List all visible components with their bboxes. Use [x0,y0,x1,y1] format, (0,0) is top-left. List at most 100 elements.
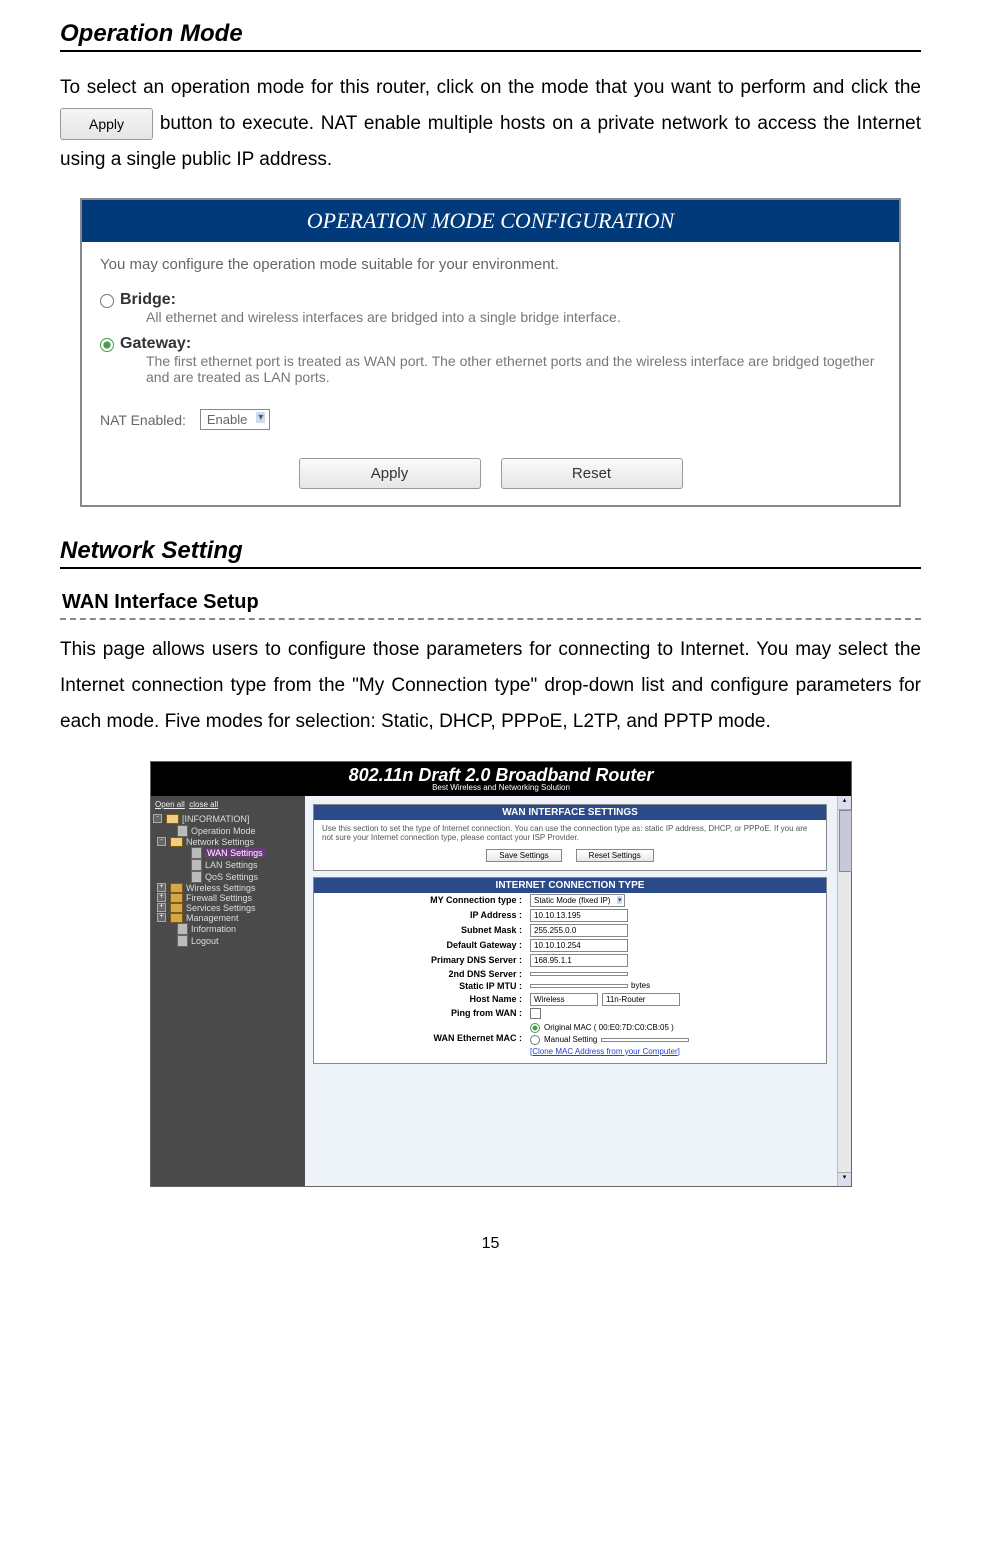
nav-close-all[interactable]: close all [189,800,218,809]
nav-services-settings[interactable]: + Services Settings [153,903,305,913]
mac-original-row: Original MAC ( 00:E0:7D:C0:CB:05 ) [530,1023,689,1033]
gw-row: Default Gateway : 10.10.10.254 [314,938,826,953]
bridge-desc: All ethernet and wireless interfaces are… [82,309,899,333]
host-input-1[interactable]: Wireless [530,993,598,1006]
nav-wireless-settings[interactable]: + Wireless Settings [153,883,305,893]
router-subtitle: Best Wireless and Networking Solution [151,784,851,796]
nat-label: NAT Enabled: [100,412,186,428]
nav-qos-settings[interactable]: QoS Settings [153,871,305,883]
op-text-1: To select an operation mode for this rou… [60,77,921,98]
expand-icon: + [157,883,166,892]
wan-panel-head: WAN INTERFACE SETTINGS [314,805,826,820]
mac-original-radio[interactable] [530,1023,540,1033]
nav-mgmt-label: Management [186,913,239,923]
nav-network-settings[interactable]: - Network Settings [153,837,305,847]
apply-inline-button[interactable]: Apply [60,108,153,141]
page-icon [177,935,188,947]
mac-manual-radio[interactable] [530,1035,540,1045]
dns1-label: Primary DNS Server : [322,955,530,965]
config-header: OPERATION MODE CONFIGURATION [82,200,899,242]
ict-panel: INTERNET CONNECTION TYPE MY Connection t… [313,877,827,1064]
ict-panel-head: INTERNET CONNECTION TYPE [314,878,826,893]
nav-open-all[interactable]: Open all [155,800,185,809]
network-setting-title: Network Setting [60,537,921,569]
nav-wireless-label: Wireless Settings [186,883,256,893]
nav-information-root[interactable]: - [INFORMATION] [153,813,305,825]
folder-icon [170,903,183,913]
host-input-2[interactable]: 11n-Router [602,993,680,1006]
nav-lan-label: LAN Settings [205,860,258,870]
conn-type-select[interactable]: Static Mode (fixed IP) [530,894,625,907]
collapse-icon: - [157,837,166,846]
ping-label: Ping from WAN : [322,1008,530,1018]
scrollbar[interactable]: ▴ ▾ [837,796,851,1186]
op-text-2: button to execute. NAT enable multiple h… [60,113,921,170]
nav-lan-settings[interactable]: LAN Settings [153,859,305,871]
nav-wan-settings[interactable]: WAN Settings [153,847,305,859]
apply-button[interactable]: Apply [299,458,481,489]
mac-manual-input[interactable] [601,1038,689,1042]
mask-input[interactable]: 255.255.0.0 [530,924,628,937]
router-brand: 802.11n Draft 2.0 Broadband Router [151,766,851,784]
folder-icon [170,893,183,903]
ip-row: IP Address : 10.10.13.195 [314,908,826,923]
reset-button[interactable]: Reset [501,458,683,489]
scroll-up-icon[interactable]: ▴ [838,796,851,810]
page-icon [177,923,188,935]
folder-icon [166,814,179,824]
mtu-input[interactable] [530,984,628,988]
nav-information-item[interactable]: Information [153,923,305,935]
config-button-row: Apply Reset [82,452,899,505]
config-desc: You may configure the operation mode sui… [82,242,899,289]
save-settings-button[interactable]: Save Settings [486,849,561,862]
nav-information-label: [INFORMATION] [182,814,249,824]
router-body: Open all close all - [INFORMATION] Opera… [151,796,851,1186]
operation-mode-paragraph: To select an operation mode for this rou… [60,70,921,178]
nat-dropdown[interactable]: Enable [200,409,270,430]
nav-operation-mode[interactable]: Operation Mode [153,825,305,837]
gw-input[interactable]: 10.10.10.254 [530,939,628,952]
ip-label: IP Address : [322,910,530,920]
mac-clone-link[interactable]: [Clone MAC Address from your Computer] [530,1047,680,1056]
wan-panel-buttons: Save Settings Reset Settings [314,846,826,864]
dns2-label: 2nd DNS Server : [322,969,530,979]
host-label: Host Name : [322,994,530,1004]
dns1-row: Primary DNS Server : 168.95.1.1 [314,953,826,968]
expand-icon: + [157,913,166,922]
gateway-radio[interactable] [100,338,114,352]
mtu-row: Static IP MTU : bytes [314,980,826,992]
dns2-input[interactable] [530,972,628,976]
nav-qos-label: QoS Settings [205,872,258,882]
collapse-icon: - [153,814,162,823]
nav-logout-label: Logout [191,936,219,946]
mac-block: Original MAC ( 00:E0:7D:C0:CB:05 ) Manua… [530,1021,689,1056]
scroll-down-icon[interactable]: ▾ [838,1172,851,1186]
ping-checkbox[interactable] [530,1008,541,1019]
nav-logout[interactable]: Logout [153,935,305,947]
wan-panel-desc: Use this section to set the type of Inte… [314,820,826,846]
folder-icon [170,883,183,893]
router-brand-header: 802.11n Draft 2.0 Broadband Router Best … [151,762,851,796]
mac-row: WAN Ethernet MAC : Original MAC ( 00:E0:… [314,1020,826,1057]
dns1-input[interactable]: 168.95.1.1 [530,954,628,967]
gateway-desc: The first ethernet port is treated as WA… [82,353,899,393]
wan-interface-setup-title: WAN Interface Setup [60,587,921,620]
conn-type-row: MY Connection type : Static Mode (fixed … [314,893,826,908]
bridge-radio[interactable] [100,294,114,308]
nav-op-label: Operation Mode [191,826,256,836]
mtu-unit: bytes [628,981,650,990]
bridge-label: Bridge: [120,291,176,309]
nav-management[interactable]: + Management [153,913,305,923]
mac-manual-row: Manual Setting [530,1035,689,1045]
mac-clone-row: [Clone MAC Address from your Computer] [530,1047,689,1056]
conn-type-label: MY Connection type : [322,895,530,905]
reset-settings-button[interactable]: Reset Settings [576,849,654,862]
ip-input[interactable]: 10.10.13.195 [530,909,628,922]
mac-manual-label: Manual Setting [544,1035,597,1044]
mac-original-label: Original MAC ( 00:E0:7D:C0:CB:05 ) [544,1023,674,1032]
nav-firewall-label: Firewall Settings [186,893,252,903]
page-icon [191,847,202,859]
nav-firewall-settings[interactable]: + Firewall Settings [153,893,305,903]
scroll-thumb[interactable] [839,810,852,872]
operation-mode-config-box: OPERATION MODE CONFIGURATION You may con… [80,198,901,507]
